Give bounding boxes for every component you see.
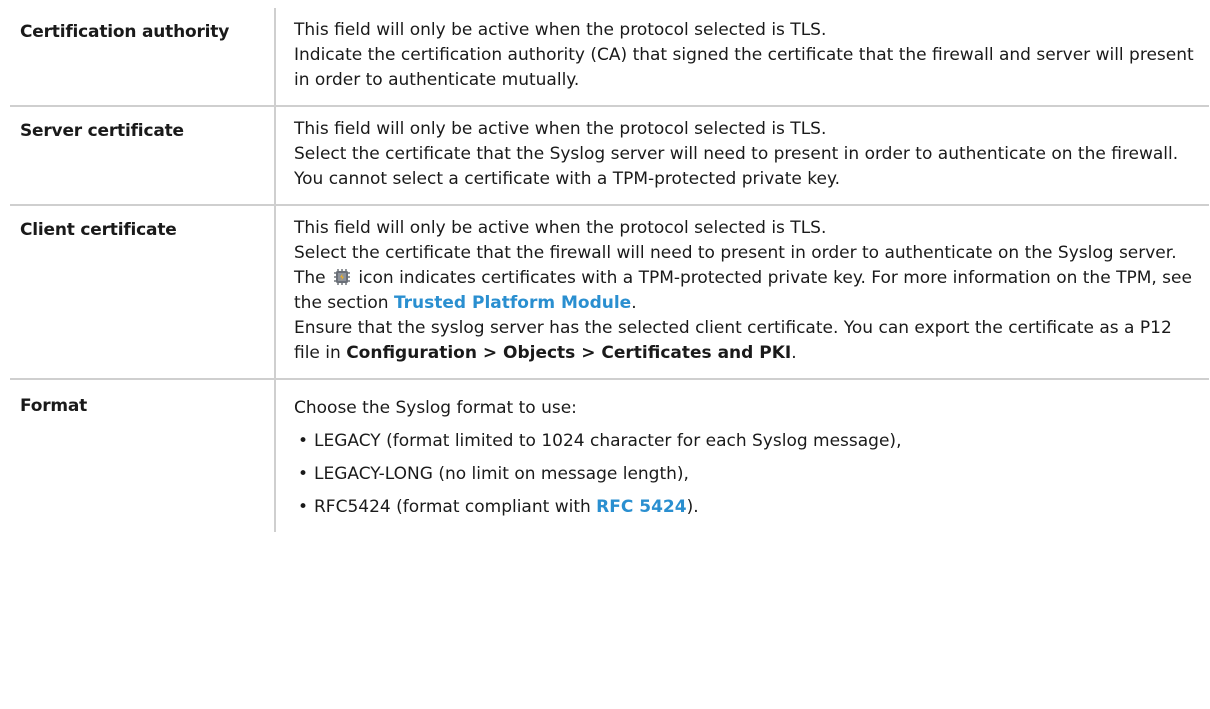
term-cell: Certification authority (10, 8, 276, 107)
table-row: Certification authority This field will … (10, 8, 1209, 107)
export-note: Ensure that the syslog server has the se… (294, 316, 1201, 366)
trusted-platform-module-link[interactable]: Trusted Platform Module (394, 293, 631, 313)
table-row: Client certificate This field will only … (10, 205, 1209, 380)
description-cell: Choose the Syslog format to use: LEGACY … (275, 379, 1209, 532)
description-line: This field will only be active when the … (294, 20, 827, 40)
term-cell: Client certificate (10, 205, 276, 380)
reference-table: Certification authority This field will … (10, 8, 1209, 532)
term-cell: Format (10, 379, 276, 532)
format-lead: Choose the Syslog format to use: (294, 398, 577, 418)
format-list: LEGACY (format limited to 1024 character… (294, 429, 1201, 520)
term-cell: Server certificate (10, 106, 276, 206)
table-row: Server certificate This field will only … (10, 106, 1209, 206)
description-line: Select the certificate that the firewall… (294, 243, 1177, 263)
description-line: This field will only be active when the … (294, 218, 827, 238)
chip-icon (333, 268, 351, 286)
menu-path: Configuration > Objects > Certificates a… (346, 343, 792, 363)
description-line: You cannot select a certificate with a T… (294, 169, 840, 189)
description-line: Indicate the certification authority (CA… (294, 45, 1194, 90)
list-item: LEGACY-LONG (no limit on message length)… (294, 462, 1201, 487)
tpm-note-pre: The (294, 268, 326, 288)
tpm-note-end: . (631, 293, 637, 313)
description-line: This field will only be active when the … (294, 119, 827, 139)
list-item: RFC5424 (format compliant with RFC 5424)… (294, 495, 1201, 520)
rfc-5424-link[interactable]: RFC 5424 (596, 497, 686, 517)
table-row: Format Choose the Syslog format to use: … (10, 379, 1209, 532)
description-cell: This field will only be active when the … (275, 8, 1209, 107)
list-item-text: RFC5424 (format compliant with (314, 497, 597, 517)
description-cell: This field will only be active when the … (275, 106, 1209, 206)
list-item: LEGACY (format limited to 1024 character… (294, 429, 1201, 454)
description-cell: This field will only be active when the … (275, 205, 1209, 380)
export-note-end: . (791, 343, 797, 363)
list-item-end: ). (686, 497, 699, 517)
description-line: Select the certificate that the Syslog s… (294, 144, 1179, 164)
tpm-note: The icon indicates certificates with a T… (294, 266, 1201, 316)
